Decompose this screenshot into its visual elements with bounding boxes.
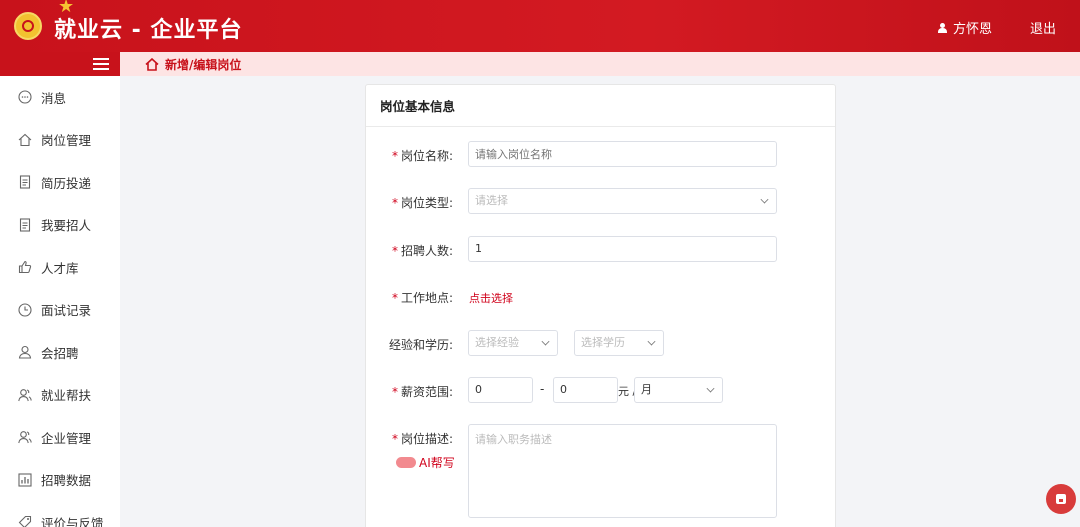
users-icon	[18, 388, 32, 402]
salary-period-select[interactable]: 月	[634, 377, 723, 403]
headcount-label: * 招聘人数:	[391, 244, 453, 258]
logout-button[interactable]: 退出	[1030, 18, 1056, 37]
sidebar-item-employment-support[interactable]: 就业帮扶	[0, 374, 120, 417]
job-type-select[interactable]: 请选择	[468, 188, 777, 214]
job-name-row: * 岗位名称:	[366, 141, 837, 167]
location-label: * 工作地点:	[391, 291, 453, 305]
sidebar-item-resume-delivery[interactable]: 简历投递	[0, 161, 120, 204]
job-name-label: * 岗位名称:	[391, 149, 453, 163]
sidebar-item-enterprise-management[interactable]: 企业管理	[0, 416, 120, 459]
salary-min-input[interactable]: 0	[468, 377, 533, 403]
location-select-link[interactable]: 点击选择	[469, 290, 513, 306]
sidebar-item-label: 评价与反馈	[41, 515, 104, 527]
chevron-down-icon	[760, 195, 769, 204]
save-icon	[1056, 494, 1066, 504]
description-row: * 岗位描述: AI帮写 请输入职务描述	[366, 424, 837, 524]
floating-action-button[interactable]	[1046, 484, 1076, 514]
sidebar-item-label: 简历投递	[41, 175, 92, 191]
breadcrumb-current: 新增/编辑岗位	[165, 58, 242, 72]
sidebar-item-label: 岗位管理	[41, 133, 92, 149]
sidebar-item-label: 面试记录	[41, 303, 92, 319]
sidebar-item-job-management[interactable]: 岗位管理	[0, 119, 120, 162]
education-select[interactable]: 选择学历	[574, 330, 664, 356]
job-name-input[interactable]	[468, 141, 777, 167]
job-form-card: 岗位基本信息 *岗位名称: *岗位类型: 请选择 *招聘人数: 1 *工作地点:…	[365, 84, 836, 527]
headcount-input[interactable]: 1	[468, 236, 777, 262]
app-title: 就业云 - 企业平台	[54, 18, 243, 43]
clock-icon	[18, 303, 32, 317]
chevron-down-icon	[647, 337, 656, 346]
sidebar-item-recruitment-data[interactable]: 招聘数据	[0, 459, 120, 502]
sidebar-item-talent-pool[interactable]: 人才库	[0, 246, 120, 289]
salary-label: * 薪资范围:	[391, 385, 453, 399]
ai-badge-icon	[396, 457, 416, 468]
sidebar-item-messages[interactable]: 消息	[0, 76, 120, 119]
document-icon	[18, 218, 32, 232]
experience-row: 经验和学历: 选择经验 选择学历	[366, 330, 837, 356]
top-header: ★ 就业云 - 企业平台 方怀恩 退出	[0, 0, 1080, 52]
sidebar-item-label: 会招聘	[41, 345, 79, 361]
chevron-down-icon	[706, 384, 715, 393]
message-icon	[18, 90, 32, 104]
chevron-down-icon	[541, 337, 550, 346]
tag-icon	[18, 515, 32, 527]
description-label: * 岗位描述:	[391, 432, 453, 446]
home-icon[interactable]	[145, 58, 159, 71]
job-type-row: * 岗位类型: 请选择	[366, 188, 837, 214]
salary-row: * 薪资范围: 0 - 0 元 / 月	[366, 377, 837, 403]
user-name: 方怀恩	[952, 22, 992, 37]
sidebar-item-label: 企业管理	[41, 430, 92, 446]
sidebar-item-label: 就业帮扶	[41, 388, 92, 404]
ai-write-button[interactable]: AI帮写	[396, 454, 455, 471]
user-info[interactable]: 方怀恩	[937, 18, 992, 37]
menu-icon[interactable]	[93, 58, 109, 70]
breadcrumb: 新增/编辑岗位	[145, 56, 241, 73]
sidebar-item-label: 消息	[41, 90, 67, 106]
salary-max-input[interactable]: 0	[553, 377, 618, 403]
users-icon	[18, 430, 32, 444]
sidebar-toggle[interactable]	[0, 52, 120, 76]
sidebar-item-evaluation-feedback[interactable]: 评价与反馈	[0, 501, 120, 527]
headcount-row: * 招聘人数: 1	[366, 236, 837, 262]
document-icon	[18, 175, 32, 189]
thumbs-up-icon	[18, 260, 32, 274]
section-title: 岗位基本信息	[366, 85, 835, 127]
user-icon	[937, 22, 947, 33]
job-type-label: * 岗位类型:	[391, 196, 453, 210]
sidebar-item-label: 我要招人	[41, 218, 92, 234]
user-icon	[18, 345, 32, 359]
sidebar-item-label: 招聘数据	[41, 473, 92, 489]
sidebar-item-interview-records[interactable]: 面试记录	[0, 289, 120, 332]
location-row: * 工作地点: 点击选择	[366, 283, 837, 309]
app-logo	[14, 12, 42, 40]
sidebar-item-job-fair[interactable]: 会招聘	[0, 331, 120, 374]
home-icon	[18, 133, 32, 147]
chart-icon	[18, 473, 32, 487]
salary-dash: -	[540, 382, 545, 396]
experience-label: 经验和学历:	[388, 338, 453, 352]
description-textarea[interactable]: 请输入职务描述	[468, 424, 777, 518]
breadcrumb-bar: 新增/编辑岗位	[0, 52, 1080, 76]
sidebar: 消息 岗位管理 简历投递 我要招人 人才库 面试记录 会招聘 就业帮扶 企业管理…	[0, 76, 120, 527]
sidebar-item-recruit[interactable]: 我要招人	[0, 204, 120, 247]
sidebar-item-label: 人才库	[41, 260, 79, 276]
experience-select[interactable]: 选择经验	[468, 330, 558, 356]
